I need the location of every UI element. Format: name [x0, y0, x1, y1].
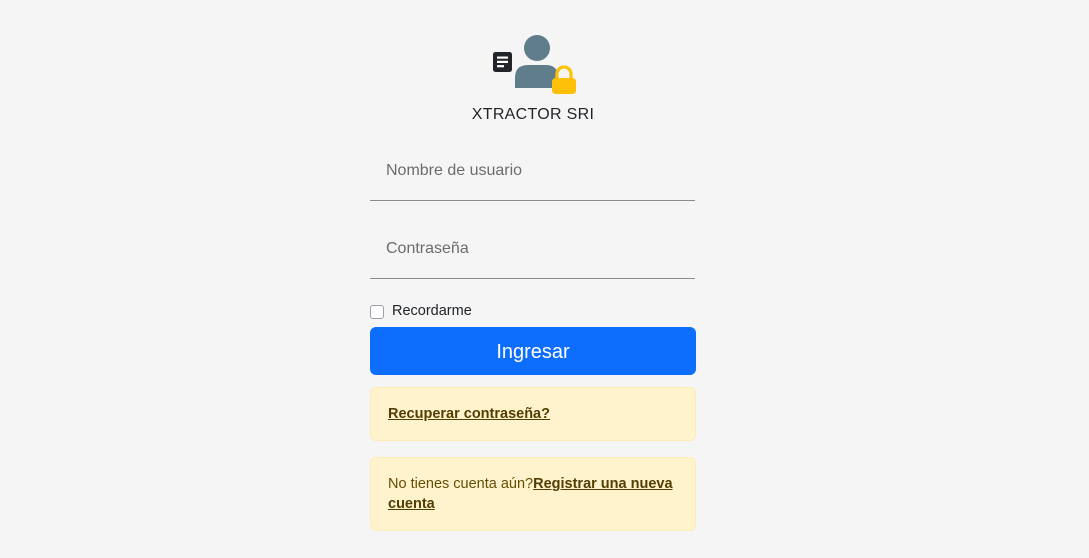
username-input[interactable] [370, 142, 695, 200]
password-field [370, 220, 695, 279]
remember-me: Recordarme [370, 302, 472, 320]
recover-password-link[interactable]: Recuperar contraseña? [388, 406, 550, 422]
user-lock-document-icon [493, 35, 576, 94]
remember-label[interactable]: Recordarme [392, 303, 472, 319]
username-field [370, 142, 695, 201]
recover-alert: Recuperar contraseña? [370, 387, 696, 441]
register-alert: No tienes cuenta aún?Registrar una nueva… [370, 457, 696, 531]
login-button[interactable]: Ingresar [370, 327, 696, 375]
login-page: XTRACTOR SRI Recordarme Ingresar Recuper… [0, 0, 1089, 558]
app-title: XTRACTOR SRI [471, 106, 595, 123]
remember-checkbox[interactable] [370, 305, 384, 319]
password-input[interactable] [370, 220, 695, 278]
register-prompt: No tienes cuenta aún? [388, 476, 534, 492]
